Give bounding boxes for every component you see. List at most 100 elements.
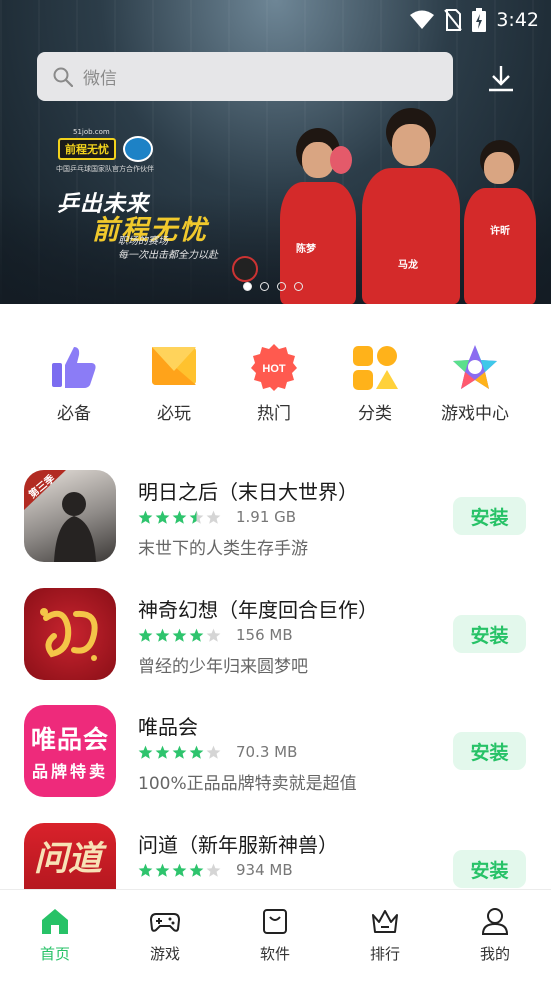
status-time: 3:42 <box>496 9 539 31</box>
app-icon <box>24 588 116 680</box>
nav-mine[interactable]: 我的 <box>455 906 535 964</box>
category-label: 分类 <box>358 404 392 424</box>
app-name: 唯品会 <box>138 715 198 739</box>
carousel-dot[interactable] <box>260 282 269 291</box>
star-icon <box>172 628 187 642</box>
star-icon <box>172 510 187 524</box>
star-icon <box>206 510 221 524</box>
star-icon <box>138 628 153 642</box>
star-icon <box>155 628 170 642</box>
star-icon <box>189 745 204 759</box>
nav-label: 游戏 <box>149 945 180 963</box>
bottom-navigation: 首页 游戏 软件 排行 我的 <box>0 889 551 981</box>
search-input[interactable]: 微信 <box>37 52 453 101</box>
category-game-center[interactable]: 游戏中心 <box>435 343 515 424</box>
app-icon: 唯品会 品牌特卖 <box>24 705 116 797</box>
category-must-play[interactable]: 必玩 <box>134 343 214 424</box>
category-hot[interactable]: HOT 热门 <box>234 343 314 424</box>
install-button[interactable]: 安装 <box>453 615 526 653</box>
star-icon <box>172 863 187 877</box>
paddle-icon <box>330 146 352 174</box>
home-icon <box>42 909 68 934</box>
list-item[interactable]: 神奇幻想（年度回合巨作） 156 MB 曾经的少年归来圆梦吧 安装 <box>0 588 551 705</box>
app-name: 神奇幻想（年度回合巨作） <box>138 598 378 622</box>
category-row: 必备 必玩 HOT 热门 分类 游戏中心 <box>0 343 551 433</box>
player-name-1: 陈梦 <box>296 244 316 255</box>
paddle-icon <box>232 256 258 282</box>
app-icon-subtext: 品牌特卖 <box>31 762 108 781</box>
star-icon <box>138 863 153 877</box>
carousel-dot[interactable] <box>294 282 303 291</box>
promo-banner[interactable]: 3:42 微信 51job.com 前程无忧 中国乒乓球国家队官方合作伙伴 乒出… <box>0 0 551 304</box>
status-bar: 3:42 <box>410 6 539 34</box>
app-description: 末世下的人类生存手游 <box>138 539 308 559</box>
carousel-dot[interactable] <box>277 282 286 291</box>
software-bag-icon <box>263 909 287 934</box>
nav-label: 我的 <box>479 945 510 963</box>
category-label: 热门 <box>257 404 291 424</box>
rating-stars <box>138 510 221 525</box>
carousel-dot[interactable] <box>243 282 252 291</box>
category-label: 必玩 <box>157 404 191 424</box>
download-icon[interactable] <box>486 63 516 93</box>
hot-badge-icon: HOT <box>251 344 297 391</box>
list-item[interactable]: 第三季 明日之后（末日大世界） 1.91 GB 末世下的人类生存手游 安装 <box>0 470 551 587</box>
star-icon <box>155 863 170 877</box>
star-icon <box>189 863 204 877</box>
category-label: 必备 <box>57 404 91 424</box>
app-icon: 第三季 <box>24 470 116 562</box>
category-essential[interactable]: 必备 <box>34 343 114 424</box>
category-label: 游戏中心 <box>441 404 509 424</box>
nav-label: 首页 <box>39 945 70 963</box>
user-icon <box>481 908 509 935</box>
star-icon <box>206 628 221 642</box>
app-icon-text: 唯品会 <box>30 725 109 754</box>
star-icon <box>155 745 170 759</box>
nav-home[interactable]: 首页 <box>15 906 95 964</box>
nav-ranking[interactable]: 排行 <box>345 906 425 964</box>
crown-icon <box>372 910 398 933</box>
brand-logo: 前程无忧 <box>58 138 116 160</box>
nav-software[interactable]: 软件 <box>235 906 315 964</box>
list-item[interactable]: 唯品会 品牌特卖 唯品会 70.3 MB 100%正品品牌特卖就是超值 安装 <box>0 705 551 822</box>
star-icon <box>453 345 497 389</box>
rating-stars <box>138 628 221 643</box>
app-size: 934 MB <box>236 861 293 879</box>
install-button[interactable]: 安装 <box>453 497 526 535</box>
gamepad-icon <box>150 913 180 932</box>
app-icon-text: 问道 <box>34 839 102 879</box>
team-logo-icon <box>123 136 153 162</box>
player-figure-center <box>356 108 466 304</box>
app-size: 156 MB <box>236 626 293 644</box>
app-description: 曾经的少年归来圆梦吧 <box>138 657 308 677</box>
app-name: 明日之后（末日大世界） <box>138 480 358 504</box>
brand-caption: 中国乒乓球国家队官方合作伙伴 <box>56 165 154 173</box>
star-icon <box>206 745 221 759</box>
nav-games[interactable]: 游戏 <box>125 906 205 964</box>
search-icon <box>53 67 73 87</box>
wifi-icon <box>410 10 435 29</box>
thumbs-up-icon <box>52 347 96 388</box>
carousel-indicator[interactable] <box>243 282 303 291</box>
banner-slogan-line3: 职场的赛场 <box>118 236 168 247</box>
folded-card-icon <box>152 347 196 385</box>
banner-slogan-line4: 每一次出击都全力以赴 <box>118 250 218 261</box>
star-icon <box>172 745 187 759</box>
search-placeholder: 微信 <box>83 69 117 89</box>
install-button[interactable]: 安装 <box>453 732 526 770</box>
star-icon <box>189 510 204 524</box>
install-button[interactable]: 安装 <box>453 850 526 888</box>
star-icon <box>189 628 204 642</box>
player-name-2: 马龙 <box>398 260 418 271</box>
player-name-3: 许昕 <box>490 226 510 237</box>
grid-shapes-icon <box>353 346 398 390</box>
battery-charging-icon <box>472 8 487 32</box>
hot-badge-text: HOT <box>262 363 286 375</box>
app-size: 70.3 MB <box>236 743 298 761</box>
brand-site: 51job.com <box>73 128 110 136</box>
app-description: 100%正品品牌特卖就是超值 <box>138 774 357 794</box>
category-classify[interactable]: 分类 <box>335 343 415 424</box>
app-name: 问道（新年服新神兽） <box>138 833 338 857</box>
nav-label: 排行 <box>369 945 400 963</box>
nav-label: 软件 <box>259 945 290 963</box>
